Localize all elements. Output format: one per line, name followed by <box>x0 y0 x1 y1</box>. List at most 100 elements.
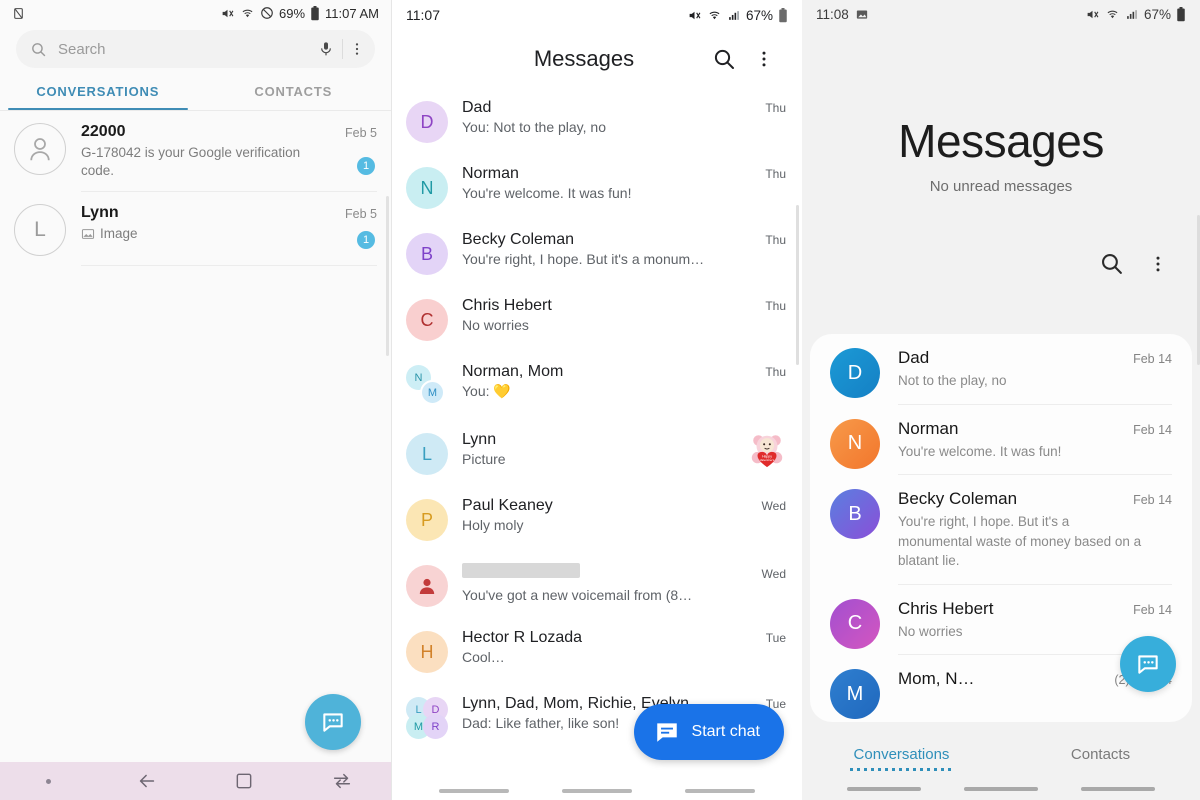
gesture-bar <box>802 778 1200 800</box>
message-preview: You: 💛 <box>462 383 511 399</box>
tab-contacts[interactable]: Contacts <box>1001 746 1200 763</box>
search-button[interactable] <box>1099 251 1124 281</box>
microphone-icon[interactable] <box>318 40 334 58</box>
avatar: D <box>406 101 448 143</box>
gesture-bar-segment[interactable] <box>963 787 1038 791</box>
image-icon <box>81 229 95 240</box>
list-item-body: Lynn Feb 5 Image 1 <box>81 204 377 267</box>
list-item-body: Hector R Lozada Tue Cool… <box>462 629 786 665</box>
list-item[interactable]: D Dad Feb 14 Not to the play, no <box>810 334 1192 405</box>
timestamp: Thu <box>765 365 786 379</box>
nav-recents-indicator <box>0 778 98 784</box>
contact-name: Dad <box>462 99 492 116</box>
nav-home-button[interactable] <box>196 771 294 791</box>
list-item[interactable]: D Dad Thu You: Not to the play, no <box>392 88 802 154</box>
gesture-bar-segment[interactable] <box>1080 787 1155 791</box>
panel-google-messages: 11:07 67% Messages D Dad Thu You: Not to… <box>392 0 802 800</box>
status-left-icons <box>12 7 25 20</box>
contact-name: Lynn <box>81 204 119 222</box>
panel-oneui-messages: 11:08 67% Messages No unread messages D … <box>802 0 1200 800</box>
battery-percent: 69% <box>279 5 306 21</box>
search-button[interactable] <box>704 47 744 71</box>
list-item-body: Lynn Picture <box>462 431 748 467</box>
search-icon <box>714 49 734 69</box>
list-item[interactable]: H Hector R Lozada Tue Cool… <box>392 618 802 684</box>
start-chat-fab[interactable]: Start chat <box>633 704 784 760</box>
search-input[interactable]: Search <box>16 30 375 68</box>
sim-card-off-icon <box>14 7 23 19</box>
mute-icon <box>222 9 234 17</box>
home-icon <box>237 773 252 789</box>
list-item-body: Dad Thu You: Not to the play, no <box>462 99 786 135</box>
avatar: P <box>406 499 448 541</box>
contact-name: Becky Coleman <box>898 489 1018 509</box>
message-preview: You're right, I hope. But it's a monumen… <box>898 514 1142 569</box>
nav-switch-button[interactable] <box>293 770 391 792</box>
list-item[interactable]: L Lynn Picture Happy Valentine's <box>392 420 802 486</box>
new-message-fab[interactable] <box>1120 636 1176 692</box>
redacted-contact-name <box>462 563 580 578</box>
scrollbar[interactable] <box>796 205 799 365</box>
avatar: H <box>406 631 448 673</box>
list-item-body: 22000 Feb 5 G-178042 is your Google veri… <box>81 123 377 193</box>
message-preview: Holy moly <box>462 517 524 533</box>
status-right-icons: 69% 11:07 AM <box>220 5 379 21</box>
chat-bubble-icon <box>656 723 677 742</box>
message-preview: You're right, I hope. But it's a monum… <box>462 251 705 267</box>
list-item[interactable]: L Lynn Feb 5 Image 1 <box>0 192 391 267</box>
gesture-bar-segment[interactable] <box>561 789 632 793</box>
tab-contacts[interactable]: CONTACTS <box>196 84 392 110</box>
search-area: Search <box>0 26 391 68</box>
avatar: C <box>406 299 448 341</box>
signal-icon <box>1127 9 1137 19</box>
scrollbar[interactable] <box>386 196 389 356</box>
list-item[interactable]: B Becky Coleman Thu You're right, I hope… <box>392 220 802 286</box>
contact-name: Norman <box>898 418 959 438</box>
overflow-menu-button[interactable] <box>744 48 784 70</box>
avatar: B <box>406 233 448 275</box>
list-item[interactable]: 22000 Feb 5 G-178042 is your Google veri… <box>0 111 391 193</box>
person-solid-icon <box>419 578 435 594</box>
overflow-menu-button[interactable] <box>1148 252 1168 281</box>
list-item[interactable]: P Paul Keaney Wed Holy moly <box>392 486 802 552</box>
list-item-body: Chris Hebert Thu No worries <box>462 297 786 333</box>
hero-header: Messages No unread messages <box>802 28 1200 195</box>
status-left-icons: 11:08 <box>816 7 869 22</box>
toolbar-divider <box>342 39 343 59</box>
list-item[interactable]: N Norman Feb 14 You're welcome. It was f… <box>810 405 1192 476</box>
nav-back-button[interactable] <box>98 770 196 792</box>
clock: 11:08 <box>816 6 849 22</box>
message-preview: Image <box>81 225 377 243</box>
avatar: L <box>406 433 448 475</box>
gesture-bar-segment[interactable] <box>438 789 509 793</box>
timestamp: Feb 14 <box>1133 352 1172 366</box>
tab-conversations[interactable]: Conversations <box>802 746 1001 771</box>
timestamp: Feb 14 <box>1133 493 1172 508</box>
contact-name: Hector R Lozada <box>462 629 583 646</box>
gesture-bar-segment[interactable] <box>685 789 756 793</box>
list-item[interactable]: B Becky Coleman Feb 14 You're right, I h… <box>810 475 1192 585</box>
header-actions <box>802 195 1200 281</box>
wifi-icon <box>709 11 720 19</box>
status-right-icons: 67% <box>1085 6 1186 22</box>
message-preview: Cool… <box>462 649 505 665</box>
list-item[interactable]: Wed You've got a new voicemail from (8… <box>392 552 802 618</box>
wifi-icon <box>1107 10 1118 18</box>
message-preview: You're welcome. It was fun! <box>898 443 1062 459</box>
battery-icon <box>311 5 319 20</box>
new-message-fab[interactable] <box>305 694 361 750</box>
list-item[interactable]: C Chris Hebert Thu No worries <box>392 286 802 352</box>
avatar <box>406 565 448 607</box>
list-item[interactable]: N M Norman, Mom Thu You: 💛 <box>392 352 802 420</box>
sticker-thumbnail[interactable]: Happy Valentine's <box>748 431 786 469</box>
timestamp: Thu <box>765 167 786 181</box>
more-vertical-icon[interactable] <box>349 40 365 58</box>
gesture-bar-segment[interactable] <box>847 787 922 791</box>
tab-conversations[interactable]: CONVERSATIONS <box>0 84 196 110</box>
status-bar: 69% 11:07 AM <box>0 0 391 26</box>
contact-name: Mom, N… <box>898 669 975 689</box>
avatar: M <box>830 669 880 720</box>
status-bar: 11:07 67% <box>392 0 802 30</box>
list-item-body: Paul Keaney Wed Holy moly <box>462 497 786 533</box>
list-item[interactable]: N Norman Thu You're welcome. It was fun! <box>392 154 802 220</box>
